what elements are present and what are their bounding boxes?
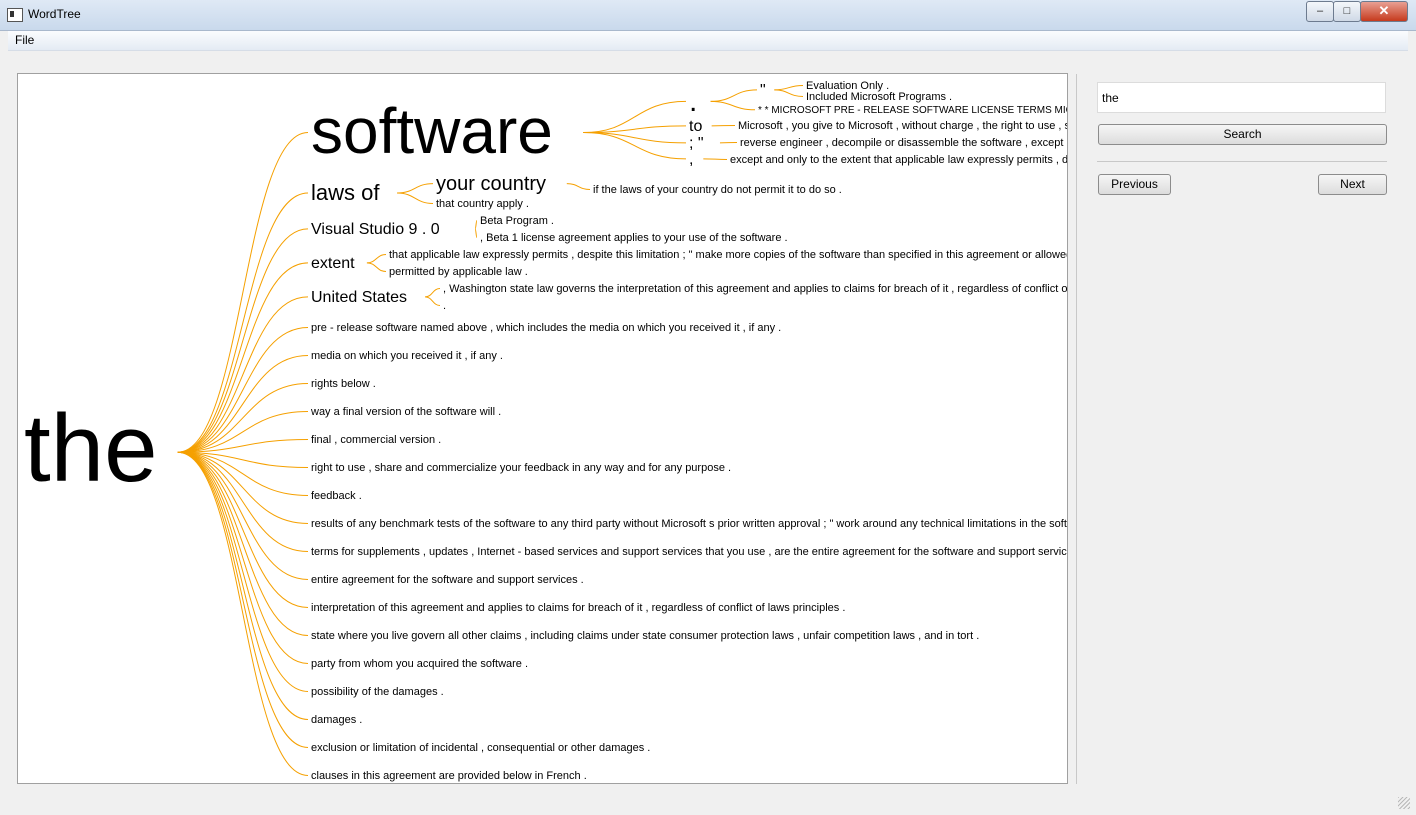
branch-line [583,100,687,134]
branch-line [177,451,309,636]
tree-node: ; " [689,135,704,152]
maximize-button[interactable]: □ [1333,1,1361,22]
tree-node: results of any benchmark tests of the so… [311,518,1067,530]
tree-node: terms for supplements , updates , Intern… [311,546,1067,558]
branch-line [425,296,441,306]
tree-node: extent [311,255,355,272]
tree-node: interpretation of this agreement and app… [311,602,845,614]
tree-node: possibility of the damages . [311,686,444,698]
branch-line [583,132,687,144]
tree-node: your country [436,173,546,195]
branch-line [177,451,309,776]
splitter[interactable] [1076,74,1077,784]
search-input[interactable] [1097,82,1386,113]
tree-node: pre - release software named above , whi… [311,322,781,334]
tree-node: Included Microsoft Programs . [806,91,952,103]
resize-grip[interactable] [1398,797,1410,809]
branch-line [566,183,591,190]
branch-line [703,158,728,160]
branch-line [710,100,756,111]
search-button[interactable]: Search [1098,124,1387,145]
tree-node: to [689,118,702,135]
tree-node: software [311,95,553,167]
tree-node: clauses in this agreement are provided b… [311,770,587,782]
tree-node: Visual Studio 9 . 0 [311,221,440,238]
word-tree-panel[interactable]: the software. " Evaluation Only . Included M… [17,73,1068,784]
tree-node: " [760,82,766,99]
branch-line [366,253,387,264]
tree-node: Beta Program . [480,215,554,227]
branch-line [774,89,804,97]
tree-node: way a final version of the software will… [310,406,501,418]
tree-node: rights below . [311,378,376,390]
word-tree-canvas[interactable]: thesoftware. " Evaluation Only .Included M… [18,74,1067,783]
minimize-button[interactable]: – [1306,1,1334,22]
branch-line [177,451,309,720]
tree-node: state where you live govern all other cl… [311,630,979,642]
branch-line [177,451,309,664]
tree-node: reverse engineer , decompile or disassem… [740,137,1067,149]
tree-node: , Beta 1 license agreement applies to yo… [480,232,788,244]
branch-line [397,192,434,204]
tree-node: damages . [311,714,362,726]
branch-line [177,326,309,453]
divider [1097,161,1387,162]
close-button[interactable]: ✕ [1360,1,1408,22]
tree-node: . [689,85,697,118]
next-button[interactable]: Next [1318,174,1387,195]
tree-node: final , commercial version . [311,434,441,446]
tree-node: except and only to the extent that appli… [730,154,1067,166]
branch-line [710,89,758,102]
branch-line [583,132,687,160]
tree-node: . [443,300,446,312]
branch-line [397,183,434,194]
branch-line [425,287,441,298]
branch-line [177,382,309,453]
previous-button[interactable]: Previous [1098,174,1171,195]
tree-node: United States [311,289,407,306]
branch-line [177,451,309,748]
title-bar: WordTree – □ ✕ [0,0,1416,31]
window-title: WordTree [28,7,81,21]
tree-node: exclusion or limitation of incidental , … [311,742,650,754]
tree-node: * * MICROSOFT PRE - RELEASE SOFTWARE LIC… [758,105,1067,116]
tree-node: if the laws of your country do not permi… [593,184,842,196]
tree-node: entire agreement for the software and su… [311,574,584,586]
app-icon [7,8,23,22]
branch-line [474,228,478,238]
branch-line [366,262,387,272]
root-word: the [24,395,157,502]
branch-line [774,84,804,91]
menu-file[interactable]: File [15,33,34,47]
branch-line [177,451,309,580]
tree-node: laws of [311,180,380,205]
tree-node: permitted by applicable law . [389,266,528,278]
tree-node: feedback . [311,490,362,502]
branch-line [177,228,309,453]
tree-node: party from whom you acquired the softwar… [311,658,528,670]
tree-node: that applicable law expressly permits , … [389,249,1067,261]
tree-node: , [689,151,693,168]
branch-line [474,219,478,230]
branch-line [177,354,309,453]
tree-node: right to use , share and commercialize y… [311,462,731,474]
tree-node: media on which you received it , if any … [311,350,503,362]
branch-line [177,296,309,453]
menu-bar: File [8,31,1408,51]
tree-node: Microsoft , you give to Microsoft , with… [738,120,1067,132]
tree-node: , Washington state law governs the inter… [443,283,1067,295]
tree-node: that country apply . [436,198,529,210]
